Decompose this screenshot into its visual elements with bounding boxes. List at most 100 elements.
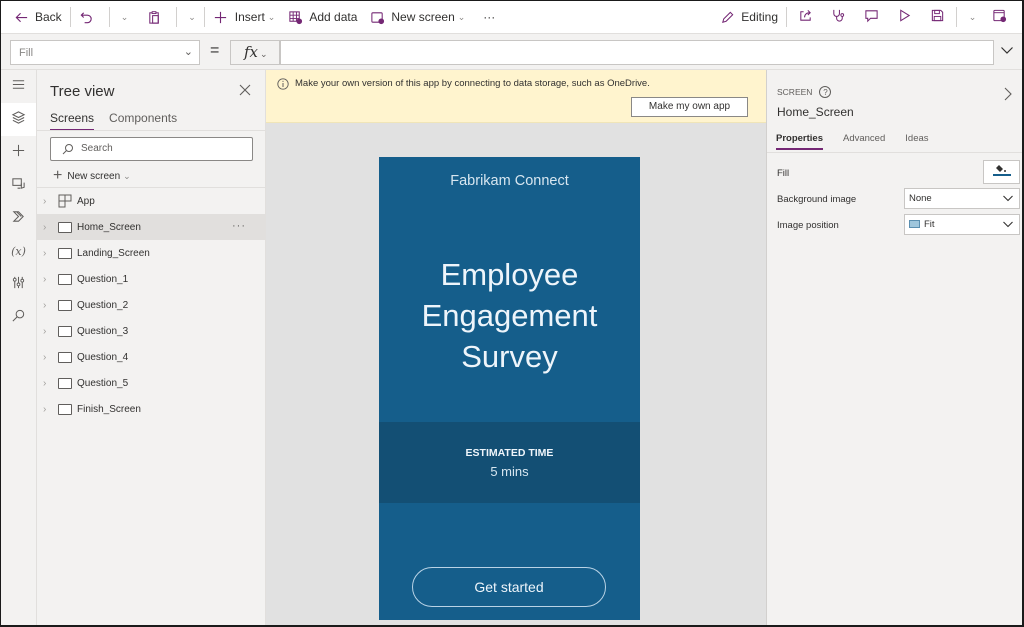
undo-button[interactable]: [73, 1, 107, 33]
collapse-panel-button[interactable]: [1002, 86, 1014, 102]
property-value: Fill: [19, 47, 34, 59]
expand-formula-button[interactable]: [996, 40, 1018, 64]
tab-ideas[interactable]: Ideas: [905, 133, 928, 150]
clipboard-icon: [146, 9, 162, 25]
get-started-button[interactable]: Get started: [412, 567, 606, 607]
screen-icon: [58, 221, 72, 233]
more-commands-button[interactable]: ···: [471, 1, 501, 33]
chevron-right-icon[interactable]: ›: [43, 352, 53, 363]
more-options-button[interactable]: ···: [232, 220, 246, 232]
add-data-button[interactable]: Add data: [281, 1, 363, 33]
title-line: Survey: [461, 339, 558, 374]
comments-button[interactable]: [855, 1, 888, 33]
fill-color-button[interactable]: [983, 160, 1020, 184]
rail-variables[interactable]: (x): [1, 235, 36, 268]
tree-item-question-3[interactable]: › Question_3: [37, 318, 266, 344]
tree-item-label: Finish_Screen: [77, 403, 141, 415]
paint-bucket-icon: [991, 162, 1013, 183]
tree-item-label: Question_1: [77, 273, 129, 285]
chevron-right-icon[interactable]: ›: [43, 248, 53, 259]
equals-sign: =: [210, 42, 220, 59]
tree-item-question-2[interactable]: › Question_2: [37, 292, 266, 318]
close-tree-view-button[interactable]: [237, 82, 253, 98]
tree-item-question-1[interactable]: › Question_1: [37, 266, 266, 292]
chevron-right-icon[interactable]: ›: [43, 196, 53, 207]
app-checker-button[interactable]: [822, 1, 855, 33]
rail-search[interactable]: [1, 301, 36, 334]
share-button[interactable]: [789, 1, 822, 33]
background-image-label: Background image: [777, 194, 857, 205]
canvas-area: Make your own version of this app by con…: [266, 70, 766, 625]
chevron-right-icon[interactable]: ›: [43, 274, 53, 285]
new-screen-button[interactable]: New screen ⌄: [363, 1, 471, 33]
power-apps-studio: Back ⌄ ⌄ Insert ⌄ Add data New screen ⌄ …: [1, 1, 1022, 625]
tree-item-label: Home_Screen: [77, 221, 141, 233]
paste-dropdown[interactable]: ⌄: [179, 1, 202, 33]
divider: [203, 7, 205, 27]
property-selector[interactable]: Fill ⌄: [10, 40, 200, 65]
left-rail: (x): [1, 70, 37, 625]
tree-item-label: Question_3: [77, 325, 129, 337]
rail-tree-view[interactable]: [1, 103, 36, 136]
rail-power-automate[interactable]: [1, 202, 36, 235]
chevron-right-icon[interactable]: ›: [43, 300, 53, 311]
rail-insert[interactable]: [1, 136, 36, 169]
chevron-down-icon: [1002, 218, 1014, 233]
tree-item-question-4[interactable]: › Question_4: [37, 344, 266, 370]
tab-screens[interactable]: Screens: [50, 111, 95, 131]
divider: [767, 152, 1022, 153]
undo-dropdown[interactable]: ⌄: [112, 1, 135, 33]
media-icon: [11, 176, 26, 196]
tree-item-question-5[interactable]: › Question_5: [37, 370, 266, 396]
tree-item-app[interactable]: › App: [37, 188, 266, 214]
divider: [956, 7, 957, 27]
image-position-select[interactable]: Fit: [904, 214, 1020, 235]
help-icon[interactable]: ?: [819, 86, 832, 98]
save-dropdown[interactable]: ⌄: [959, 1, 983, 33]
chevron-right-icon[interactable]: ›: [43, 222, 53, 233]
tree-new-screen-button[interactable]: + New screen ⌄: [53, 167, 131, 185]
home-screen-preview[interactable]: Fabrikam Connect Employee Engagement Sur…: [379, 157, 640, 620]
divider: [37, 130, 266, 131]
tab-advanced[interactable]: Advanced: [843, 133, 885, 150]
undo-icon: [79, 9, 95, 25]
rail-media[interactable]: [1, 169, 36, 202]
back-button[interactable]: Back: [1, 1, 68, 33]
save-button[interactable]: [921, 1, 954, 33]
screen-icon: [58, 299, 72, 311]
close-icon: [237, 84, 253, 102]
divider: [176, 7, 178, 27]
background-image-value: None: [909, 193, 932, 204]
editing-mode-button[interactable]: Editing: [713, 1, 784, 33]
screen-icon: [58, 351, 72, 363]
fx-button[interactable]: fx ⌄: [230, 40, 280, 65]
rail-menu[interactable]: [1, 70, 36, 103]
comment-icon: [864, 8, 879, 26]
layers-icon: [11, 110, 26, 130]
chevron-down-icon: ⌄: [968, 11, 977, 22]
paste-button[interactable]: [134, 1, 174, 33]
background-image-select[interactable]: None: [904, 188, 1020, 209]
chevron-right-icon[interactable]: ›: [43, 404, 53, 415]
make-my-own-app-button[interactable]: Make my own app: [631, 97, 748, 117]
preview-button[interactable]: [888, 1, 921, 33]
chevron-right-icon[interactable]: ›: [43, 378, 53, 389]
brand-label: Fabrikam Connect: [450, 173, 569, 189]
formula-input[interactable]: [280, 40, 994, 65]
tab-properties[interactable]: Properties: [776, 133, 823, 150]
tree-item-finish-screen[interactable]: › Finish_Screen: [37, 396, 266, 422]
tree-item-home-screen[interactable]: › Home_Screen ···: [37, 214, 266, 240]
tree-item-landing-screen[interactable]: › Landing_Screen: [37, 240, 266, 266]
tree-item-label: Question_2: [77, 299, 129, 311]
publish-button[interactable]: [983, 1, 1016, 33]
properties-tabs: Properties Advanced Ideas: [776, 133, 949, 150]
survey-title: Employee Engagement Survey: [379, 254, 640, 377]
tree-search-input[interactable]: Search: [50, 137, 253, 161]
chevron-right-icon[interactable]: ›: [43, 326, 53, 337]
tab-components[interactable]: Components: [109, 111, 177, 131]
chevron-down-icon: [1000, 43, 1014, 62]
publish-icon: [992, 8, 1007, 26]
rail-advanced-tools[interactable]: [1, 268, 36, 301]
flow-icon: [11, 209, 26, 229]
insert-button[interactable]: Insert ⌄: [207, 1, 282, 33]
